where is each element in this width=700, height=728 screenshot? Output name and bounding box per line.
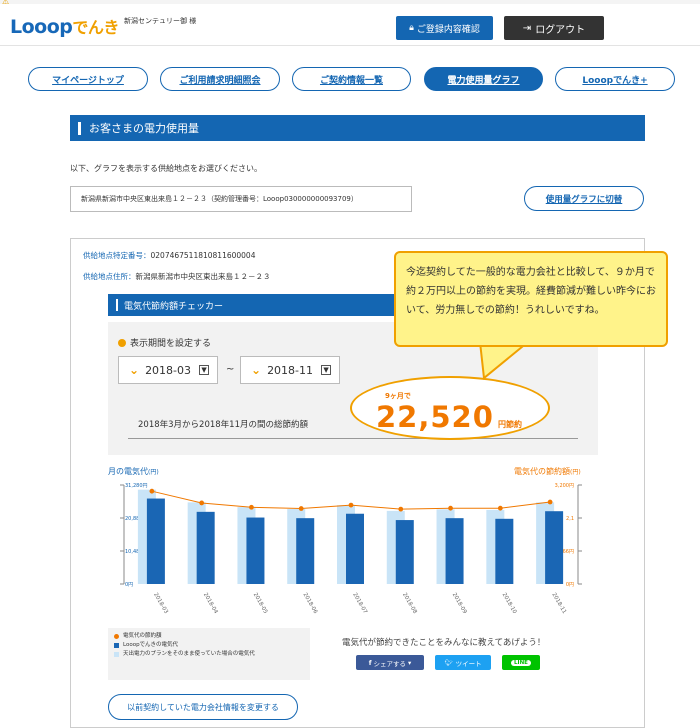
- twitter-icon: 🐦︎: [444, 658, 453, 667]
- period-label: 表示期間を設定する: [118, 336, 211, 349]
- supply-point-address: 供給地点住所：新潟県新潟市中央区東出来島１２－２３: [83, 272, 271, 281]
- total-savings-label: 2018年3月から2018年11月の間の総節約額: [138, 420, 308, 430]
- comment-bubble: 今迄契約してた一般的な電力会社と比較して、９か月で約２万円以上の節約を実現。経費…: [394, 251, 668, 347]
- right-tick-label: 0円: [566, 582, 574, 588]
- left-tick-label: 10,48: [125, 549, 139, 555]
- supply-point-id: 供給地点特定番号：0207467511810811600004: [83, 251, 256, 260]
- bar-looop: [495, 518, 514, 584]
- site-header: Looopでんき 新潟センテュリー御 様 🔒︎ ご登録内容確認 ⇥ ログアウト: [0, 4, 700, 46]
- user-name: 新潟センテュリー御 様: [124, 17, 197, 25]
- supply-point-select[interactable]: 新潟県新潟市中央区東出来島１２－２３（契約管理番号：Looop030000000…: [70, 186, 412, 212]
- chart-legend: 電気代の節約額 Looopでんきの電気代 天出電力のプランをそのまま使っていた場…: [108, 628, 310, 680]
- facebook-share-button[interactable]: f シェアする ▾: [356, 655, 424, 670]
- x-tick-label: 2018-03: [152, 592, 169, 615]
- register-info-button[interactable]: 🔒︎ ご登録内容確認: [396, 16, 493, 40]
- right-tick-label: 3,200円: [555, 483, 574, 489]
- instruction-text: 以下、グラフを表示する供給地点をお選びください。: [70, 164, 262, 173]
- dropdown-arrow-icon[interactable]: ▼: [321, 365, 332, 375]
- left-tick-label: 20,88: [125, 516, 139, 522]
- period-from-select[interactable]: ⌄ 2018-03 ▼: [118, 356, 218, 384]
- savings-point: [497, 505, 503, 511]
- logout-button[interactable]: ⇥ ログアウト: [504, 16, 604, 40]
- left-tick-label: 31,280円: [125, 483, 148, 489]
- facebook-icon: f: [368, 658, 372, 667]
- bar-looop: [346, 513, 364, 584]
- bar-looop: [246, 517, 265, 584]
- twitter-share-button[interactable]: 🐦︎ ツイート: [435, 655, 491, 670]
- x-tick-label: 2018-08: [401, 592, 418, 615]
- change-previous-provider-button[interactable]: 以前契約していた電力会社情報を変更する: [108, 694, 298, 720]
- legend-item-savings: 電気代の節約額: [114, 632, 304, 641]
- chevron-down-icon: ⌄: [129, 363, 140, 377]
- bar-looop: [196, 511, 215, 584]
- savings-point: [249, 504, 254, 510]
- chart-right-title: 電気代の節約額(円): [514, 467, 581, 476]
- share-prompt: 電気代が節約できたことをみんなに教えてあげよう！: [342, 638, 546, 648]
- line-share-button[interactable]: LINE: [502, 655, 540, 670]
- savings-point: [398, 506, 404, 512]
- nav-mypage-top[interactable]: マイページトップ: [28, 67, 148, 91]
- savings-point: [298, 506, 304, 511]
- dropdown-arrow-icon[interactable]: ▼: [199, 365, 210, 375]
- bar-looop: [296, 518, 315, 584]
- nav-billing-details[interactable]: ご利用請求明細照会: [160, 67, 280, 91]
- x-tick-label: 2018-10: [501, 592, 518, 615]
- x-tick-label: 2018-04: [202, 592, 219, 615]
- period-to-select[interactable]: ⌄ 2018-11 ▼: [240, 356, 340, 384]
- bar-looop: [545, 511, 564, 584]
- line-icon: LINE: [511, 659, 531, 666]
- bar-looop: [395, 520, 414, 584]
- dot-icon: [118, 338, 126, 347]
- usage-chart: 31,280円20,8810,480円3,200円2,11,066円0円2018…: [120, 483, 582, 615]
- bar-looop: [445, 518, 464, 584]
- lock-icon: 🔒︎: [409, 23, 414, 33]
- x-tick-label: 2018-05: [252, 592, 269, 615]
- legend-item-previous: 天出電力のプランをそのまま使っていた場合の電気代: [114, 650, 304, 659]
- section-title: お客さまの電力使用量: [70, 115, 645, 141]
- savings-point: [199, 500, 205, 506]
- x-tick-label: 2018-07: [351, 592, 368, 615]
- left-tick-label: 0円: [125, 582, 133, 588]
- x-tick-label: 2018-11: [550, 592, 567, 615]
- period-separator: ~: [226, 364, 235, 375]
- x-tick-label: 2018-09: [451, 592, 468, 615]
- logout-icon: ⇥: [522, 22, 532, 34]
- bar-looop: [146, 498, 165, 584]
- nav-usage-graph[interactable]: 電力使用量グラフ: [424, 67, 543, 91]
- total-savings-amount: 22,520: [376, 400, 494, 434]
- nav-contract-list[interactable]: ご契約情報一覧: [292, 67, 411, 91]
- savings-point: [547, 499, 553, 505]
- savings-point: [348, 502, 354, 508]
- chart-left-title: 月の電気代(円): [108, 467, 159, 476]
- chevron-down-icon: ⌄: [251, 363, 262, 377]
- switch-to-usage-graph-button[interactable]: 使用量グラフに切替: [524, 186, 644, 211]
- looop-denki-logo[interactable]: Looopでんき: [10, 14, 119, 38]
- nav-looop-plus[interactable]: Looopでんき+: [555, 67, 675, 91]
- savings-point: [149, 488, 155, 494]
- legend-item-looop: Looopでんきの電気代: [114, 641, 304, 650]
- total-savings-unit: 円節約: [498, 420, 522, 429]
- x-tick-label: 2018-06: [301, 592, 318, 615]
- savings-point: [448, 505, 453, 511]
- right-tick-label: 2,1: [566, 516, 574, 522]
- divider: [128, 438, 578, 439]
